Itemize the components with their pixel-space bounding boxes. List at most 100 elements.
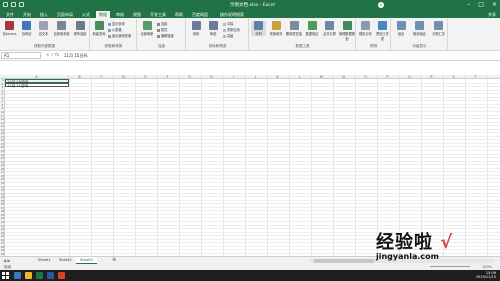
tell-me-search[interactable]: 操作说明搜索 — [220, 12, 244, 18]
show-queries-button[interactable]: 显示查询 — [108, 21, 125, 26]
avatar[interactable]: A — [378, 2, 384, 8]
zoom-slider[interactable] — [430, 266, 470, 267]
from-access-label: 自Access — [2, 32, 17, 36]
folder-icon[interactable] — [25, 272, 32, 279]
gridline-horizontal — [5, 203, 500, 205]
tab-view[interactable]: 视图 — [130, 11, 144, 18]
tab-formulas[interactable]: 公式 — [79, 11, 93, 18]
system-tray[interactable]: 15:06 2019/11/15 — [476, 271, 496, 279]
from-other-sources-button[interactable]: 自其他来源 — [53, 21, 70, 36]
sheet-tab-3[interactable]: Sheet3 — [76, 257, 97, 264]
column-header-g[interactable]: G — [179, 75, 201, 79]
column-header-b[interactable]: B — [69, 75, 91, 79]
column-header-t[interactable]: T — [465, 75, 487, 79]
column-header-f[interactable]: F — [157, 75, 179, 79]
save-icon[interactable] — [3, 2, 8, 7]
column-header-j[interactable]: J — [245, 75, 267, 79]
column-header-h[interactable]: H — [201, 75, 223, 79]
advanced-filter-button[interactable]: 高级 — [223, 33, 233, 38]
tab-file[interactable]: 文件 — [3, 11, 17, 18]
data-validation-button[interactable]: 数据验证 — [304, 21, 320, 36]
text-to-columns-button[interactable]: 分列 — [251, 21, 266, 36]
recent-sources-button[interactable]: 最近使用的源 — [108, 33, 131, 38]
column-header-m[interactable]: M — [311, 75, 333, 79]
reapply-button[interactable]: 重新应用 — [223, 27, 240, 32]
column-header-r[interactable]: R — [421, 75, 443, 79]
column-header-i[interactable]: I — [223, 75, 245, 79]
gridline-horizontal — [5, 132, 500, 134]
tab-review[interactable]: 审阅 — [113, 11, 127, 18]
sort-button[interactable]: 排序 — [189, 21, 203, 36]
clear-filter-button[interactable]: 清除 — [223, 21, 233, 26]
edge-icon[interactable] — [14, 272, 21, 279]
column-header-n[interactable]: N — [333, 75, 355, 79]
properties-button[interactable]: 属性 — [157, 27, 167, 32]
new-query-button[interactable]: 新建查询 — [92, 21, 106, 36]
subtotal-button[interactable]: 分类汇总 — [430, 21, 447, 36]
flash-fill-button[interactable]: 快速填充 — [268, 21, 284, 36]
excel-icon[interactable] — [36, 272, 43, 279]
minimize-icon[interactable]: – — [467, 1, 470, 8]
column-header-p[interactable]: P — [377, 75, 399, 79]
edit-links-button[interactable]: 编辑链接 — [157, 33, 174, 38]
gridline-horizontal — [5, 89, 500, 91]
sheet-tab-2[interactable]: Sheet2 — [55, 257, 76, 264]
tab-page-layout[interactable]: 页面布局 — [54, 11, 76, 18]
windows-start-icon[interactable] — [2, 272, 9, 279]
column-header-s[interactable]: S — [443, 75, 465, 79]
gridline-horizontal — [5, 153, 500, 155]
connections-button[interactable]: 连接 — [157, 21, 167, 26]
from-text-button[interactable]: 自文本 — [36, 21, 51, 36]
column-header-k[interactable]: K — [267, 75, 289, 79]
word-icon[interactable] — [47, 272, 54, 279]
column-header-l[interactable]: L — [289, 75, 311, 79]
advanced-label: 高级 — [227, 34, 234, 38]
cell-a2[interactable]: 12月 11日吗 — [5, 83, 69, 88]
maximize-icon[interactable]: □ — [478, 1, 484, 8]
consolidate-button[interactable]: 合并计算 — [322, 21, 337, 36]
forecast-sheet-button[interactable]: 预测工作表 — [375, 21, 390, 41]
powerpoint-icon[interactable] — [58, 272, 65, 279]
tab-home[interactable]: 开始 — [20, 11, 34, 18]
next-sheet-icon[interactable]: ▶ — [7, 258, 10, 263]
existing-connections-button[interactable]: 现有连接 — [72, 21, 88, 36]
what-if-analysis-button[interactable]: 模拟分析 — [358, 21, 373, 36]
scroll-thumb[interactable] — [314, 259, 374, 263]
add-sheet-icon[interactable]: ⊕ — [112, 257, 116, 264]
tab-insert[interactable]: 插入 — [37, 11, 51, 18]
from-table-button[interactable]: 从表格 — [108, 27, 122, 32]
group-label-sort: 排序和筛选 — [208, 44, 227, 48]
tab-baidu-netdisk[interactable]: 百度网盘 — [189, 11, 211, 18]
undo-icon[interactable] — [11, 2, 16, 7]
group-label-data-tools: 数据工具 — [295, 44, 310, 48]
group-get-transform: 新建查询 显示查询 从表格 最近使用的源 获取和转换 — [91, 19, 137, 50]
gridline-horizontal — [5, 174, 500, 176]
refresh-all-button[interactable]: 全部刷新 — [139, 21, 155, 36]
ungroup-button[interactable]: 取消组合 — [411, 21, 428, 36]
watermark-cn: 经验啦 — [376, 232, 433, 253]
remove-duplicates-button[interactable]: 删除重复值 — [286, 21, 302, 36]
filter-button[interactable]: 筛选 — [206, 21, 220, 36]
from-web-button[interactable]: 自网站 — [19, 21, 34, 36]
sheet-tab-1[interactable]: Sheet1 — [34, 257, 55, 264]
close-icon[interactable]: × — [492, 1, 497, 8]
redo-icon[interactable] — [19, 2, 24, 7]
tab-developer[interactable]: 开发工具 — [147, 11, 169, 18]
group-button[interactable]: 组合 — [393, 21, 409, 36]
column-header-q[interactable]: Q — [399, 75, 421, 79]
tab-data[interactable]: 数据 — [96, 11, 110, 18]
formula-input[interactable]: 11月 15日吗 — [64, 52, 494, 59]
from-access-button[interactable]: 自Access — [2, 21, 17, 36]
manage-data-model-button[interactable]: 管理数据模型 — [339, 21, 355, 41]
prev-sheet-icon[interactable]: ◀ — [3, 258, 6, 263]
column-header-d[interactable]: D — [113, 75, 135, 79]
name-box[interactable]: A1 — [1, 52, 41, 59]
column-header-c[interactable]: C — [91, 75, 113, 79]
fx-icon[interactable]: fx — [55, 52, 59, 57]
user-area[interactable]: A — [378, 2, 384, 8]
column-header-o[interactable]: O — [355, 75, 377, 79]
share-button[interactable]: 共享 — [488, 11, 496, 18]
zoom-level[interactable]: 100% — [482, 265, 492, 269]
tab-help[interactable]: 帮助 — [172, 11, 186, 18]
column-header-e[interactable]: E — [135, 75, 157, 79]
